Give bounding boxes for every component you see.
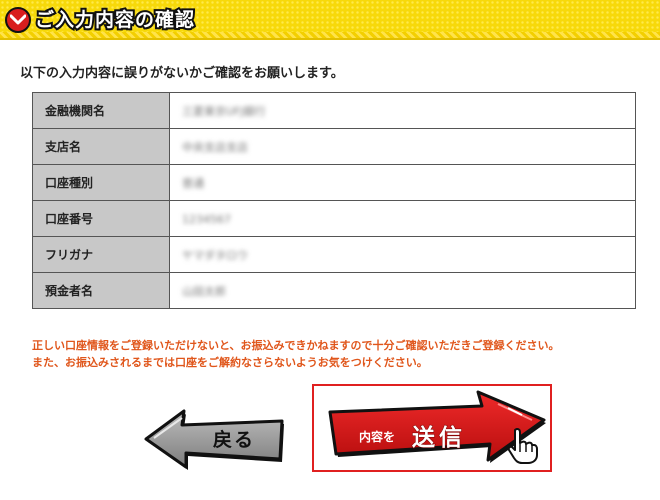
field-value: 中央支店支店 — [182, 140, 248, 154]
field-label: フリガナ — [32, 236, 170, 273]
table-row: 金融機関名 三菱東京UFJ銀行 — [32, 92, 636, 129]
field-value-cell: ヤマダタロウ — [169, 236, 636, 273]
field-label: 支店名 — [32, 128, 170, 165]
table-row: 預金者名 山田太郎 — [32, 272, 636, 309]
field-value-cell: 普通 — [169, 164, 636, 201]
chevron-down-circle-icon — [5, 7, 31, 33]
page-title: ご入力内容の確認 — [33, 7, 196, 33]
field-value-cell: 三菱東京UFJ銀行 — [169, 92, 636, 129]
field-label: 口座番号 — [32, 200, 170, 237]
notice-text: 正しい口座情報をご登録いただけないと、お振込みできかねますので十分ご確認いただき… — [32, 337, 560, 371]
confirmation-table: 金融機関名 三菱東京UFJ銀行 支店名 中央支店支店 口座種別 普通 口座番号 … — [32, 92, 636, 309]
header-banner: ご入力内容の確認 — [0, 0, 660, 40]
field-value: 普通 — [182, 176, 204, 190]
table-row: フリガナ ヤマダタロウ — [32, 236, 636, 273]
send-button-label: 送信 — [412, 425, 466, 452]
banner-stripe — [0, 32, 660, 38]
field-value: 山田太郎 — [182, 284, 226, 298]
back-button[interactable]: 戻る — [140, 403, 288, 471]
back-button-label: 戻る — [213, 429, 256, 451]
field-value-cell: 1234567 — [169, 200, 636, 237]
table-row: 口座番号 1234567 — [32, 200, 636, 237]
field-value-cell: 中央支店支店 — [169, 128, 636, 165]
intro-text: 以下の入力内容に誤りがないかご確認をお願いします。 — [20, 66, 344, 81]
notice-line: 正しい口座情報をご登録いただけないと、お振込みできかねますので十分ご確認いただき… — [32, 339, 560, 352]
send-button[interactable]: 内容を 送信 — [312, 384, 552, 472]
table-row: 口座種別 普通 — [32, 164, 636, 201]
field-label: 口座種別 — [32, 164, 170, 201]
field-label: 金融機関名 — [32, 92, 170, 129]
field-label: 預金者名 — [32, 272, 170, 309]
send-button-graphic: 内容を 送信 — [322, 390, 548, 468]
field-value: ヤマダタロウ — [182, 248, 248, 262]
field-value-cell: 山田太郎 — [169, 272, 636, 309]
field-value: 三菱東京UFJ銀行 — [182, 104, 266, 118]
notice-line: また、お振込みされるまでは口座をご解約なさらないようお気をつけください。 — [32, 356, 428, 369]
field-value: 1234567 — [182, 212, 231, 226]
table-row: 支店名 中央支店支店 — [32, 128, 636, 165]
pointing-hand-icon — [507, 428, 538, 464]
send-button-prefix: 内容を — [359, 430, 396, 444]
